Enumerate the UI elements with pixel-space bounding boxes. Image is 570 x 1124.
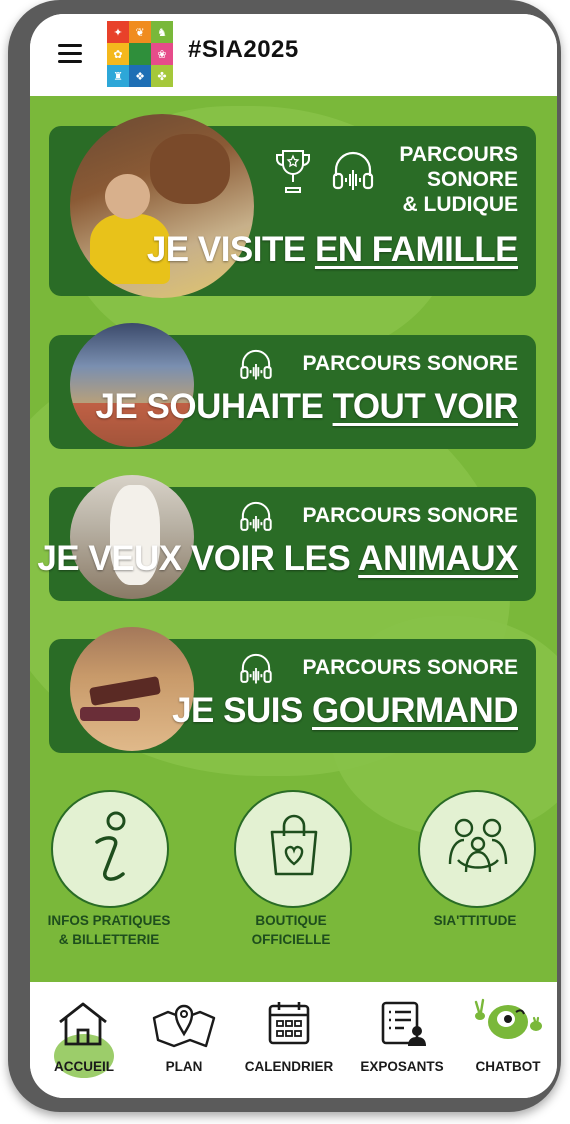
card-label: PARCOURS SONORE [302, 352, 518, 375]
nav-plan-label: PLAN [165, 1059, 203, 1074]
infos-pratiques-button[interactable] [51, 790, 169, 908]
nav-calendrier-label: CALENDRIER [244, 1059, 334, 1074]
nav-accueil[interactable]: ACCUEIL [38, 982, 130, 1098]
home-icon [59, 1002, 107, 1046]
hashtag-title: #SIA2025 [188, 36, 299, 63]
map-icon [152, 1004, 216, 1048]
family-icon [448, 818, 508, 873]
nav-plan[interactable]: PLAN [138, 982, 230, 1098]
card-gourmand[interactable]: PARCOURS SONORE JE SUIS GOURMAND [49, 627, 536, 753]
exhibitors-list-icon [381, 1001, 426, 1046]
exhibition-hall-photo [70, 323, 194, 447]
nav-calendrier[interactable]: CALENDRIER [238, 982, 340, 1098]
nav-chatbot[interactable]: CHATBOT [460, 982, 556, 1098]
nav-accueil-label: ACCUEIL [54, 1059, 114, 1074]
bottom-navigation: ACCUEIL PLAN CALENDRIER EXPOSANTS CHATBO… [30, 982, 557, 1098]
card-visite-en-famille[interactable]: PARCOURS SONORE & LUDIQUE JE VISITE EN F… [49, 114, 536, 298]
card-label: PARCOURS SONORE [302, 656, 518, 679]
nav-exposants[interactable]: EXPOSANTS [352, 982, 452, 1098]
trophy-icon [276, 150, 310, 193]
card-title: JE SOUHAITE TOUT VOIR [95, 387, 518, 426]
info-icon [95, 811, 126, 881]
top-bar: ✦ ❦ ♞ ✿ ❀ ♜ ❖ ✤ #SIA2025 [30, 14, 557, 96]
infos-pratiques-label: INFOS PRATIQUES & BILLETTERIE [47, 913, 171, 947]
headphones-icon [240, 349, 272, 380]
charcuterie-photo [70, 627, 194, 751]
main-content: PARCOURS SONORE & LUDIQUE JE VISITE EN F… [30, 96, 557, 982]
chatbot-mascot-icon [474, 998, 542, 1039]
card-label: PARCOURS SONORE [302, 504, 518, 527]
headphones-icon [240, 501, 272, 532]
card-tout-voir[interactable]: PARCOURS SONORE JE SOUHAITE TOUT VOIR [49, 323, 536, 449]
app-screen: ✦ ❦ ♞ ✿ ❀ ♜ ❖ ✤ #SIA2025 PARCOURS SONORE… [30, 14, 557, 1098]
menu-icon[interactable] [58, 44, 82, 66]
nav-exposants-label: EXPOSANTS [360, 1059, 444, 1074]
card-animaux[interactable]: PARCOURS SONORE JE VEUX VOIR LES ANIMAUX [37, 475, 536, 601]
boutique-button[interactable] [234, 790, 352, 908]
horse-photo [70, 475, 194, 599]
family-cow-photo [70, 114, 254, 298]
siattitude-button[interactable] [418, 790, 536, 908]
nav-chatbot-label: CHATBOT [475, 1059, 541, 1074]
shopping-bag-icon [270, 814, 318, 876]
card-title: JE VEUX VOIR LES ANIMAUX [37, 539, 518, 578]
card-label: PARCOURS SONORE & LUDIQUE [399, 143, 518, 216]
phone-frame: ✦ ❦ ♞ ✿ ❀ ♜ ❖ ✤ #SIA2025 PARCOURS SONORE… [8, 0, 561, 1112]
card-title: JE SUIS GOURMAND [172, 691, 518, 730]
sia-logo: ✦ ❦ ♞ ✿ ❀ ♜ ❖ ✤ [107, 21, 173, 87]
headphones-icon [332, 151, 374, 190]
calendar-icon [268, 1002, 310, 1045]
headphones-icon [240, 653, 272, 684]
siattitude-label: SIA'TTITUDE [433, 913, 517, 928]
card-title: JE VISITE EN FAMILLE [146, 230, 519, 269]
boutique-label: BOUTIQUE OFFICIELLE [251, 913, 331, 947]
